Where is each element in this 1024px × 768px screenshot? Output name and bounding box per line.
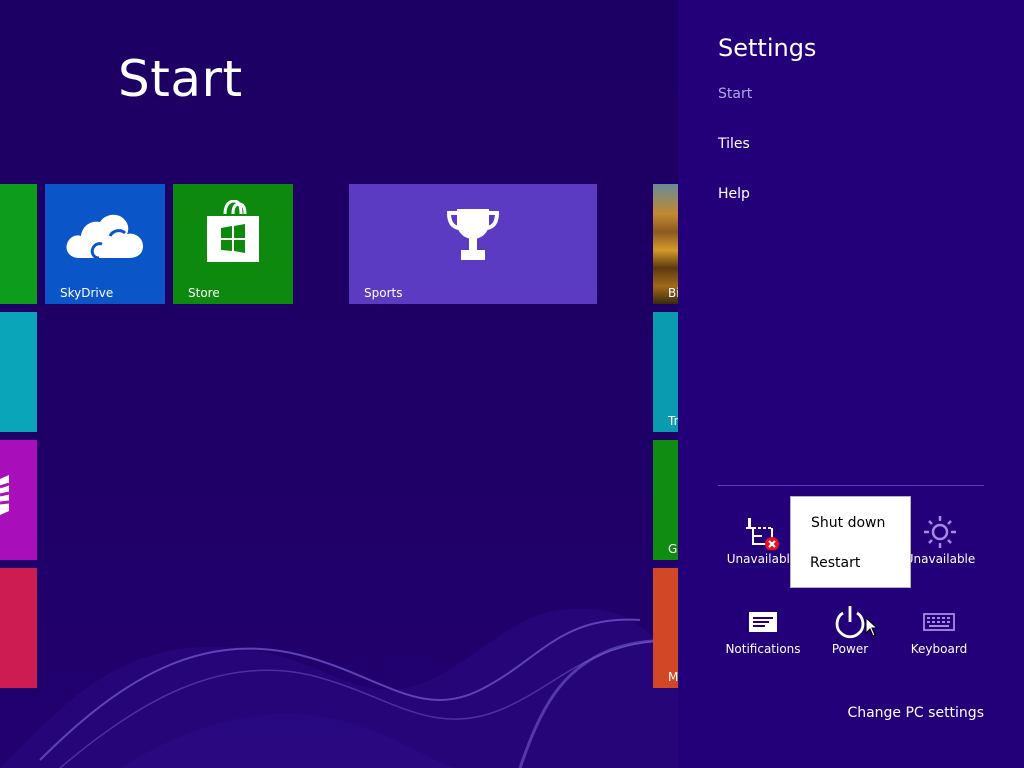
tile-left-green[interactable] (0, 184, 37, 304)
app-icon (0, 475, 10, 515)
tile-store-label: Store (188, 286, 220, 300)
tile-bing-label: Bi (668, 286, 678, 300)
power-shut-down-option[interactable]: Shut down (791, 504, 910, 542)
tile-skydrive-label: SkyDrive (60, 286, 114, 300)
tile-games-label: G (668, 542, 678, 556)
mouse-cursor-icon (865, 617, 879, 637)
settings-link-help[interactable]: Help (718, 186, 750, 202)
power-flyout-menu: Shut down Restart (790, 496, 911, 588)
quick-setting-notifications[interactable]: Notifications (719, 604, 807, 656)
tile-store[interactable]: Store (173, 184, 293, 304)
change-pc-settings-link[interactable]: Change PC settings (847, 705, 984, 721)
settings-title: Settings (718, 34, 817, 62)
start-title: Start (118, 50, 243, 108)
shopping-bag-icon (207, 200, 259, 262)
tile-travel[interactable]: Tr (653, 312, 678, 432)
settings-link-start: Start (718, 86, 753, 102)
trophy-icon (446, 209, 500, 260)
quick-setting-power-label: Power (831, 642, 869, 656)
cloud-icon (66, 214, 143, 260)
tile-travel-label: Tr (668, 414, 678, 428)
tile-games[interactable]: G (653, 440, 678, 560)
tile-sports[interactable]: Sports (349, 184, 597, 304)
quick-setting-notifications-label: Notifications (725, 642, 801, 656)
tile-left-red[interactable] (0, 568, 37, 688)
tile-bing[interactable]: Bi (653, 184, 678, 304)
quick-setting-keyboard[interactable]: Keyboard (895, 604, 983, 656)
settings-charm-panel: Settings Start Tiles Help Unavailable Un… (678, 0, 1024, 768)
tile-left-magenta[interactable] (0, 440, 37, 560)
tile-music-label: M (668, 670, 678, 684)
tile-skydrive[interactable]: SkyDrive (45, 184, 165, 304)
tile-sports-label: Sports (364, 286, 403, 300)
settings-divider (718, 485, 984, 486)
notifications-icon (749, 612, 777, 632)
tile-left-teal[interactable] (0, 312, 37, 432)
quick-setting-power[interactable]: Power (806, 604, 894, 656)
tile-music[interactable]: M (653, 568, 678, 688)
power-restart-option[interactable]: Restart (791, 544, 910, 582)
quick-setting-keyboard-label: Keyboard (910, 642, 968, 656)
background-swirl-decoration (0, 608, 678, 768)
keyboard-icon (923, 613, 955, 631)
brightness-icon (924, 516, 956, 548)
settings-link-tiles[interactable]: Tiles (718, 136, 750, 152)
power-icon (835, 606, 865, 639)
network-unavailable-icon (746, 518, 779, 550)
start-screen: Start SkyDrive Store Sports B Tr G M (0, 0, 678, 768)
